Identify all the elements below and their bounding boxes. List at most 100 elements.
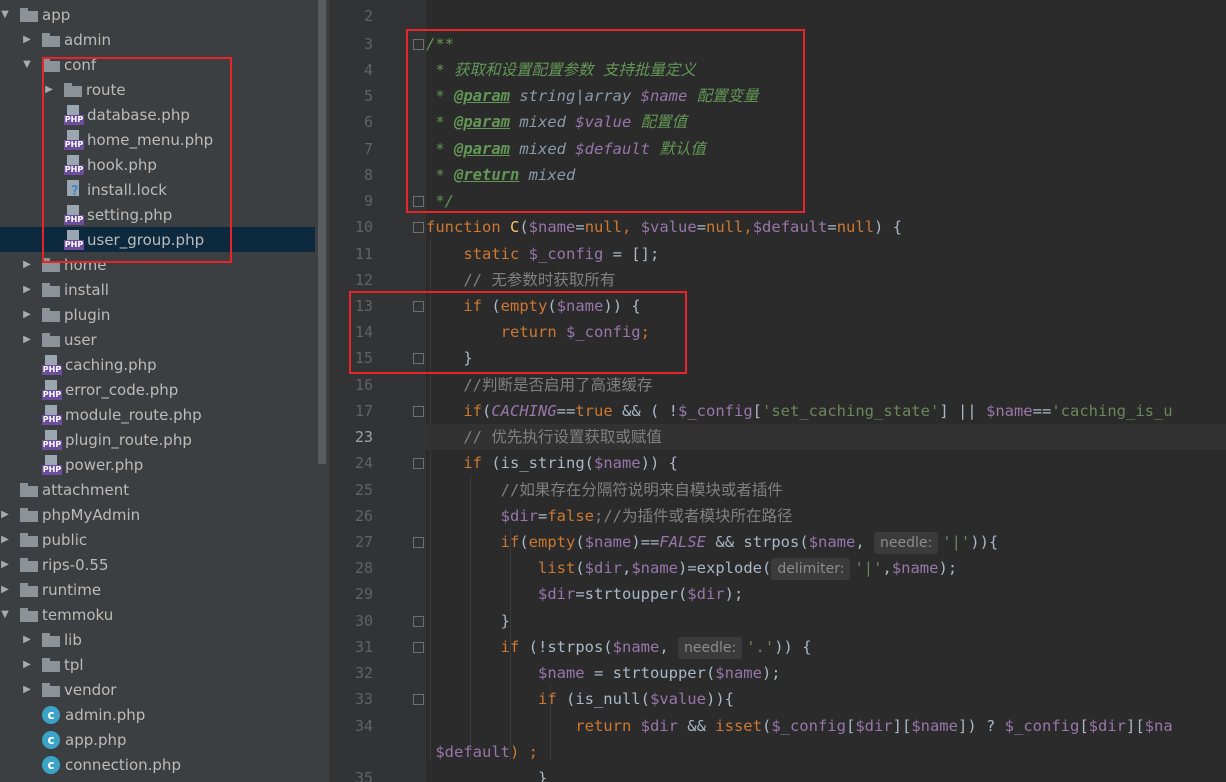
tree-file[interactable]: PHP error_code.php — [0, 377, 315, 402]
folder-icon — [42, 632, 60, 647]
tree-item-label: app — [42, 5, 71, 24]
expand-arrow-icon[interactable]: ▼ — [0, 9, 12, 20]
fold-marker-icon[interactable] — [413, 642, 424, 653]
collapse-arrow-icon[interactable]: ▶ — [20, 34, 34, 45]
collapse-arrow-icon[interactable]: ▶ — [20, 634, 34, 645]
folder-icon — [20, 607, 38, 622]
tree-folder[interactable]: ▼ app — [0, 2, 315, 27]
param-hint-delimiter: delimiter: — [771, 558, 851, 580]
line-number: 6 — [363, 113, 373, 131]
tree-folder[interactable]: ▶ user — [0, 327, 315, 352]
php-class-icon: c — [42, 730, 60, 749]
fold-marker-icon[interactable] — [413, 537, 424, 548]
tree-folder[interactable]: ▶ install — [0, 277, 315, 302]
code-line-28: list($dir,$name)=explode(delimiter: '|',$… — [426, 555, 957, 581]
line-number: 9 — [363, 192, 373, 210]
line-number: 4 — [363, 61, 373, 79]
tree-item-label: rips-0.55 — [42, 555, 109, 574]
tree-item-label: app.php — [65, 730, 127, 749]
collapse-arrow-icon[interactable]: ▶ — [20, 659, 34, 670]
php-class-icon: c — [42, 755, 60, 774]
tree-folder[interactable]: ▶ phpMyAdmin — [0, 502, 315, 527]
line-number — [329, 739, 373, 765]
tree-folder[interactable]: ▶ admin — [0, 27, 315, 52]
collapse-arrow-icon[interactable]: ▶ — [20, 684, 34, 695]
expand-arrow-icon[interactable]: ▼ — [0, 609, 12, 620]
line-number: 30 — [354, 612, 373, 630]
tree-item-label: user — [64, 330, 97, 349]
collapse-arrow-icon[interactable]: ▶ — [0, 509, 12, 520]
tree-item-label: power.php — [65, 455, 144, 474]
tree-folder[interactable]: ▶ runtime — [0, 577, 315, 602]
code-line-34: return $dir && isset($_config[$dir][$nam… — [426, 717, 1173, 735]
code-line-33: if (is_null($value)){ — [426, 690, 734, 708]
tree-file[interactable]: PHP module_route.php — [0, 402, 315, 427]
collapse-arrow-icon[interactable]: ▶ — [20, 259, 34, 270]
tree-item-label: plugin — [64, 305, 111, 324]
folder-icon — [42, 657, 60, 672]
folder-icon — [20, 532, 38, 547]
tree-file[interactable]: c admin.php — [0, 702, 315, 727]
fold-marker-icon[interactable] — [413, 458, 424, 469]
code-line-10: function C($name=null, $value=null,$defa… — [426, 218, 903, 236]
collapse-arrow-icon[interactable]: ▶ — [0, 559, 12, 570]
tree-file[interactable]: PHP power.php — [0, 452, 315, 477]
tree-item-label: install — [64, 280, 109, 299]
code-line-12: // 无参数时获取所有 — [426, 271, 616, 289]
line-number: 31 — [354, 638, 373, 656]
tree-item-label: error_code.php — [65, 380, 179, 399]
folder-icon — [42, 307, 60, 322]
line-number: 16 — [354, 376, 373, 394]
tree-folder[interactable]: ▶ tpl — [0, 652, 315, 677]
tree-item-label: vendor — [64, 680, 117, 699]
line-number: 23 — [354, 428, 373, 446]
code-line-23-current: // 优先执行设置获取或赋值 — [426, 424, 1226, 450]
line-number: 2 — [363, 7, 373, 25]
highlight-box-conf-folder — [42, 57, 232, 263]
tree-item-label: public — [42, 530, 88, 549]
line-number: 27 — [354, 533, 373, 551]
tree-file[interactable]: c connection.php — [0, 752, 315, 777]
fold-marker-icon[interactable] — [413, 616, 424, 627]
folder-icon — [42, 32, 60, 47]
php-class-icon: c — [42, 705, 60, 724]
tree-folder[interactable]: ▶ public — [0, 527, 315, 552]
tree-file[interactable]: PHP caching.php — [0, 352, 315, 377]
tree-folder[interactable]: ▶ rips-0.55 — [0, 552, 315, 577]
tree-file[interactable]: c app.php — [0, 727, 315, 752]
highlight-box-empty-check — [349, 291, 687, 374]
line-number: 5 — [363, 87, 373, 105]
folder-icon — [20, 482, 38, 497]
line-number: 12 — [354, 271, 373, 289]
tree-item-label: lib — [64, 630, 82, 649]
line-number: 17 — [354, 402, 373, 420]
php-file-icon: PHP — [42, 429, 62, 450]
collapse-arrow-icon[interactable]: ▶ — [0, 534, 12, 545]
project-tree-scrollbar[interactable] — [315, 0, 329, 782]
code-line-11: static $_config = []; — [426, 245, 660, 263]
scrollbar-thumb[interactable] — [318, 0, 326, 464]
tree-folder[interactable]: attachment — [0, 477, 315, 502]
code-line-31: if (!strpos($name, needle: '.')) { — [426, 634, 812, 660]
fold-marker-icon[interactable] — [413, 222, 424, 233]
tree-folder[interactable]: ▼ temmoku — [0, 602, 315, 627]
collapse-arrow-icon[interactable]: ▶ — [0, 584, 12, 595]
code-line-25: //如果存在分隔符说明来自模块或者插件 — [426, 481, 783, 499]
fold-marker-icon[interactable] — [413, 406, 424, 417]
collapse-arrow-icon[interactable]: ▶ — [20, 284, 34, 295]
code-line-35: } — [426, 769, 548, 782]
param-hint-needle: needle: — [678, 637, 743, 659]
tree-file[interactable]: PHP plugin_route.php — [0, 427, 315, 452]
collapse-arrow-icon[interactable]: ▶ — [20, 309, 34, 320]
folder-icon — [20, 582, 38, 597]
tree-folder[interactable]: ▶ plugin — [0, 302, 315, 327]
tree-item-label: caching.php — [65, 355, 157, 374]
php-file-icon: PHP — [42, 454, 62, 475]
tree-folder[interactable]: ▶ lib — [0, 627, 315, 652]
tree-folder[interactable]: ▶ vendor — [0, 677, 315, 702]
expand-arrow-icon[interactable]: ▼ — [20, 59, 34, 70]
code-line-29: $dir=strtoupper($dir); — [426, 585, 744, 603]
collapse-arrow-icon[interactable]: ▶ — [20, 334, 34, 345]
fold-marker-icon[interactable] — [413, 694, 424, 705]
folder-icon — [20, 507, 38, 522]
